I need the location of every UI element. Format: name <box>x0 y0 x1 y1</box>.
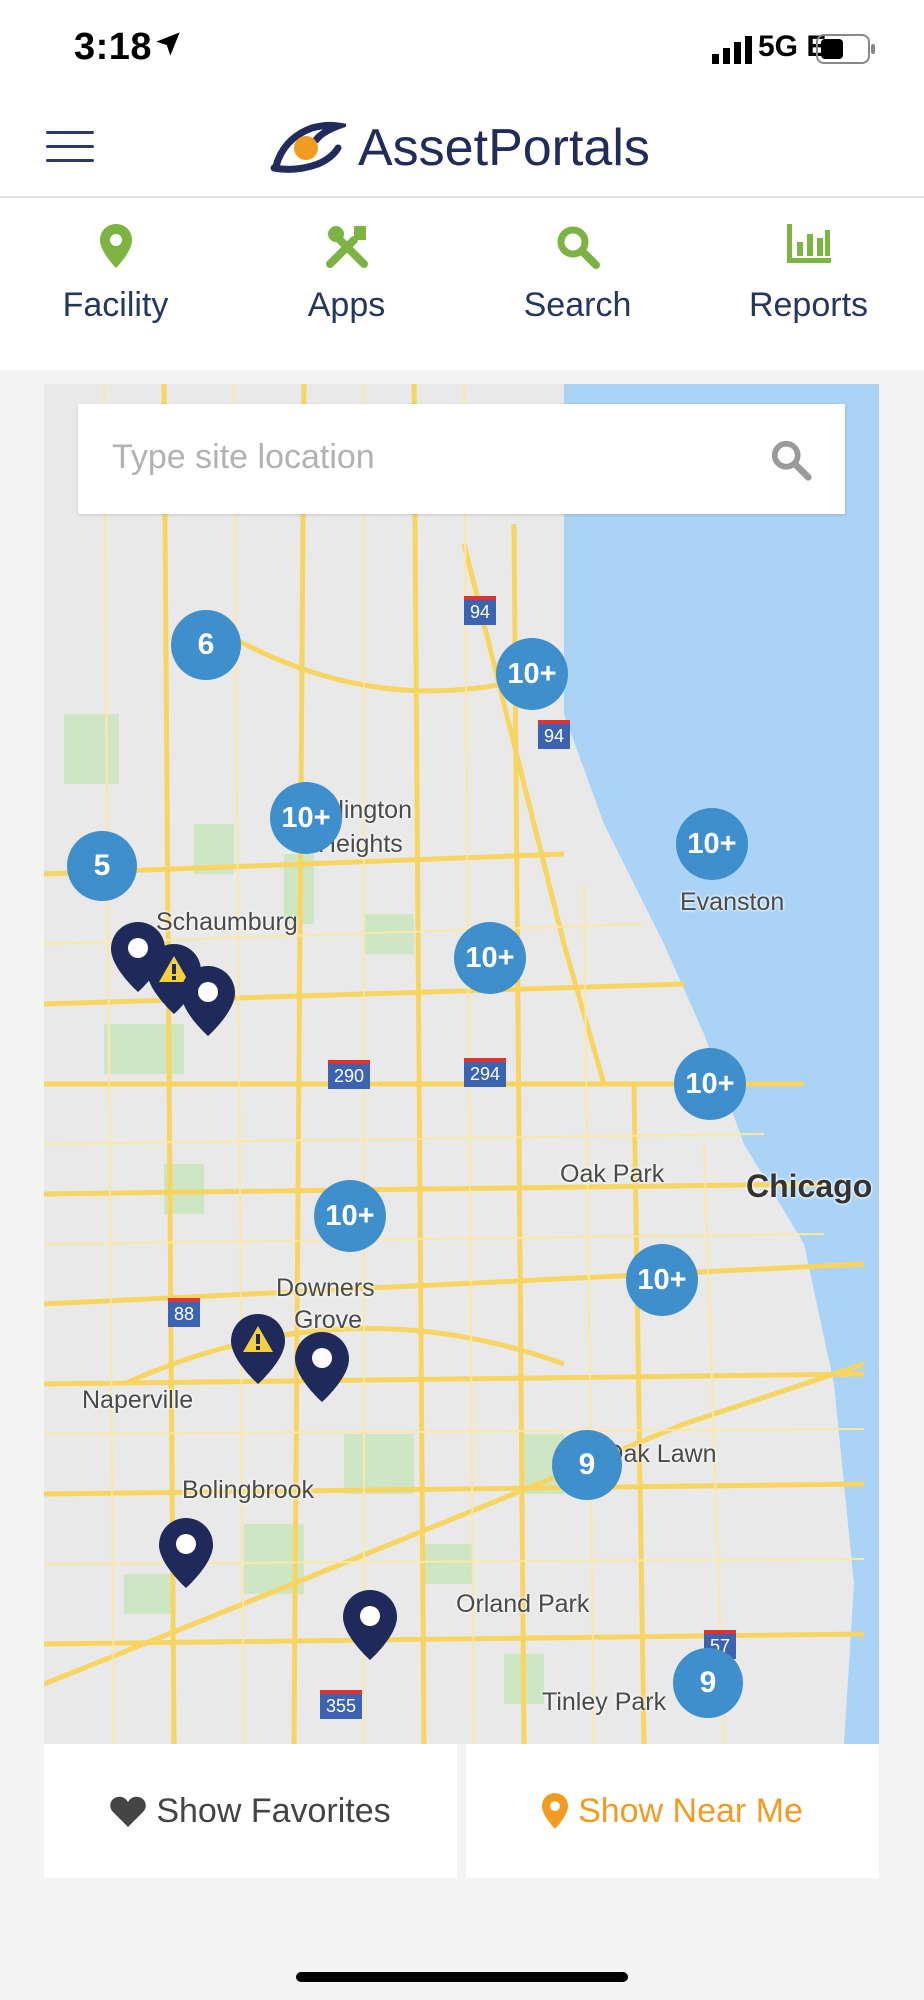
map-cluster[interactable]: 10+ <box>676 808 748 880</box>
map-pin-icon[interactable] <box>343 1590 397 1660</box>
map-label-orland-park: Orland Park <box>456 1590 590 1618</box>
show-near-me-label: Show Near Me <box>578 1791 803 1830</box>
highway-shield: 94 <box>464 596 497 625</box>
search-icon[interactable] <box>769 438 813 482</box>
map-label-tinley-park: Tinley Park <box>542 1688 667 1716</box>
map-label-arlington: rlington <box>330 796 412 824</box>
search-icon <box>557 226 600 269</box>
map-cluster[interactable]: 10+ <box>270 782 342 854</box>
heart-icon <box>110 1796 147 1827</box>
nav-apps[interactable]: Apps <box>231 198 462 370</box>
battery-icon <box>816 34 875 64</box>
nav-reports[interactable]: Reports <box>693 198 924 370</box>
nav-facility-label: Facility <box>62 286 169 324</box>
map-label-evanston: Evanston <box>680 888 785 916</box>
map-cluster[interactable]: 9 <box>552 1430 622 1500</box>
logo-text-bold: Asset <box>358 119 489 177</box>
location-pin-icon <box>542 1793 569 1829</box>
highway-shield: 355 <box>320 1690 363 1719</box>
tools-icon <box>325 226 368 268</box>
map-cluster[interactable]: 5 <box>67 831 137 901</box>
map-cluster[interactable]: 10+ <box>496 638 568 710</box>
map-cluster[interactable]: 9 <box>673 1648 743 1718</box>
nav-reports-label: Reports <box>748 286 869 324</box>
location-arrow-icon <box>156 32 180 56</box>
top-nav: Facility Apps Search Reports <box>0 198 924 370</box>
map-pin-icon <box>99 224 132 268</box>
map-label-bolingbrook: Bolingbrook <box>182 1476 315 1504</box>
map-pin-icon[interactable] <box>159 1518 213 1588</box>
signal-icon <box>712 36 752 64</box>
map-cluster[interactable]: 10+ <box>314 1180 386 1252</box>
map-label-chicago: Chicago <box>746 1168 873 1204</box>
map-cluster[interactable]: 6 <box>171 610 241 680</box>
map-pin-icon[interactable] <box>295 1332 349 1402</box>
site-search-field[interactable]: Type site location <box>78 404 845 514</box>
status-time: 3:18 <box>74 26 153 68</box>
highway-shield: 88 <box>168 1298 201 1327</box>
bottom-actions: Show Favorites Show Near Me <box>44 1744 879 1878</box>
map-label-schaumburg: Schaumburg <box>156 908 298 936</box>
assetportals-logo-icon <box>270 121 346 173</box>
search-input[interactable]: Type site location <box>112 438 375 477</box>
map-cluster[interactable]: 10+ <box>454 922 526 994</box>
show-favorites-button[interactable]: Show Favorites <box>44 1744 457 1878</box>
show-favorites-label: Show Favorites <box>156 1791 391 1830</box>
highway-shield: 290 <box>328 1060 371 1089</box>
status-bar: 3:18 5G E <box>0 0 924 100</box>
highway-shield: 94 <box>538 720 571 749</box>
highway-shield: 294 <box>464 1058 507 1087</box>
app-header: AssetPortals <box>0 100 924 198</box>
nav-search[interactable]: Search <box>462 198 693 370</box>
warning-pin-icon[interactable] <box>231 1314 285 1384</box>
map-label-naperville: Naperville <box>82 1386 194 1414</box>
map-label-downers: Downers <box>276 1274 375 1302</box>
map-label-grove: Grove <box>294 1306 363 1334</box>
app-logo-text: AssetPortals <box>358 118 650 178</box>
map-cluster[interactable]: 10+ <box>674 1048 746 1120</box>
map-cluster[interactable]: 10+ <box>626 1244 698 1316</box>
nav-apps-label: Apps <box>307 286 386 324</box>
nav-facility[interactable]: Facility <box>0 198 231 370</box>
bar-chart-icon <box>786 224 831 263</box>
nav-search-label: Search <box>523 286 632 324</box>
home-indicator[interactable] <box>296 1972 628 1982</box>
show-near-me-button[interactable]: Show Near Me <box>466 1744 879 1878</box>
map-label-oak-park: Oak Park <box>560 1160 665 1188</box>
map-view[interactable]: 94 94 290 294 88 355 57 rlington Heights… <box>44 384 879 1744</box>
logo-text-rest: Portals <box>488 119 650 177</box>
map-pin-icon[interactable] <box>181 966 235 1036</box>
menu-icon[interactable] <box>46 131 94 163</box>
